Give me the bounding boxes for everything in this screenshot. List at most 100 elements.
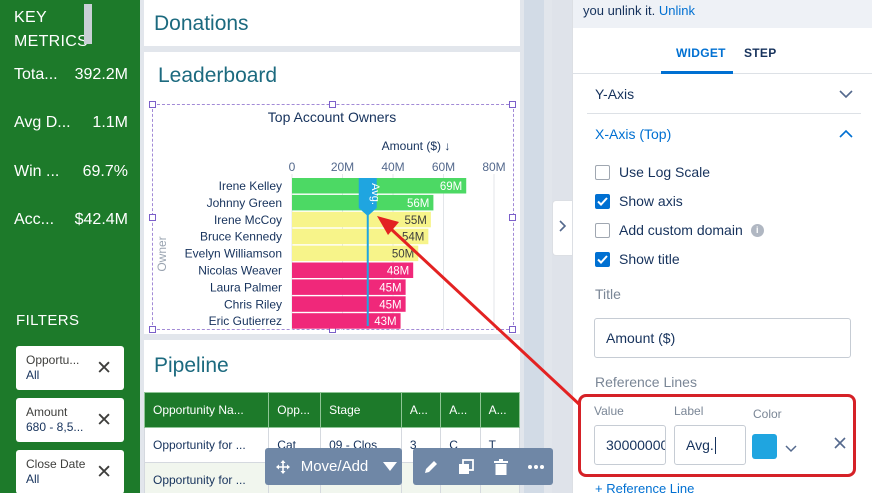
reference-lines-label: Reference Lines <box>595 374 697 390</box>
add-reference-line-link[interactable]: + Reference Line <box>595 481 694 493</box>
x-axis-section[interactable]: X-Axis (Top) <box>587 114 861 154</box>
category-label: Nicolas Weaver <box>198 264 282 278</box>
chevron-up-icon <box>839 126 853 144</box>
data-label: 45M <box>379 282 401 294</box>
check-icon <box>597 254 608 264</box>
chevron-down-icon <box>839 86 853 104</box>
filter-amount[interactable]: Amount 680 - 8,5... ✕ <box>16 398 124 442</box>
check-icon <box>597 196 608 206</box>
checkbox-label: Add custom domain <box>619 222 743 238</box>
metric-value: $42.4M <box>74 211 128 228</box>
metric-label: Win ... <box>14 163 60 180</box>
column-header[interactable]: Stage <box>320 392 402 428</box>
reference-lines-highlight <box>578 394 856 477</box>
data-label: 54M <box>402 232 424 244</box>
x-tick-label: 80M <box>482 160 505 174</box>
sidebar-scrollbar[interactable] <box>84 4 92 44</box>
reference-line-label: Avg. <box>369 183 381 205</box>
data-label: 50M <box>392 249 414 261</box>
move-add-button[interactable]: Move/Add <box>265 448 402 485</box>
filter-label: Close Date <box>26 457 86 471</box>
collapse-panel-button[interactable] <box>552 200 572 256</box>
info-icon[interactable]: i <box>750 223 764 237</box>
canvas-gutter <box>524 0 544 493</box>
category-label: Eric Gutierrez <box>209 314 282 328</box>
table-cell: Opportunity for ... <box>143 462 270 493</box>
checkbox[interactable] <box>595 193 610 209</box>
metric-avg-deal: Avg D... 1.1M <box>14 114 128 132</box>
y-axis-section[interactable]: Y-Axis <box>587 74 861 114</box>
caret-down-icon <box>378 455 402 479</box>
column-header[interactable]: A... <box>400 392 442 428</box>
metric-value: 392.2M <box>74 66 128 83</box>
filter-label: Opportu... <box>26 353 80 367</box>
x-tick-label: 60M <box>432 160 455 174</box>
filter-label: Amount <box>26 405 68 419</box>
category-label: Irene Kelley <box>219 179 282 193</box>
category-label: Irene McCoy <box>214 213 282 227</box>
category-label: Evelyn Williamson <box>185 247 282 261</box>
column-header[interactable]: A... <box>479 392 521 428</box>
unlink-link[interactable]: Unlink <box>659 3 695 18</box>
data-label: 56M <box>407 198 429 210</box>
checkbox[interactable] <box>595 164 610 180</box>
checkbox[interactable] <box>595 251 610 267</box>
use-log-scale-option[interactable]: Use Log Scale <box>595 161 710 183</box>
clone-icon[interactable] <box>454 455 478 479</box>
category-label: Laura Palmer <box>210 280 282 294</box>
metric-label: Avg D... <box>14 114 71 131</box>
unlink-message: you unlink it. Unlink <box>573 0 872 28</box>
column-header[interactable]: A... <box>440 392 481 428</box>
panel-tabs: WIDGET STEP <box>573 36 872 74</box>
donations-card[interactable]: Donations <box>144 0 520 46</box>
move-icon <box>271 455 295 479</box>
close-icon[interactable]: ✕ <box>96 357 112 380</box>
filter-value: All <box>26 472 40 486</box>
table-cell: Opportunity for ... <box>143 427 270 463</box>
metric-value: 1.1M <box>92 114 128 131</box>
filters-title: FILTERS <box>16 312 80 329</box>
close-icon[interactable]: ✕ <box>96 461 112 484</box>
pipeline-title: Pipeline <box>154 354 229 377</box>
column-header[interactable]: Opportunity Na... <box>143 392 270 428</box>
add-custom-domain-option[interactable]: Add custom domain i <box>595 219 764 241</box>
tab-step[interactable]: STEP <box>744 46 777 60</box>
title-input[interactable]: Amount ($) <box>594 318 851 358</box>
category-label: Chris Riley <box>224 297 282 311</box>
checkbox-label: Show axis <box>619 193 683 209</box>
leaderboard-title: Leaderboard <box>158 64 278 87</box>
metric-value: 69.7% <box>82 163 128 180</box>
donations-title: Donations <box>154 12 249 35</box>
metric-account: Acc... $42.4M <box>14 211 128 229</box>
delete-trash-icon[interactable] <box>489 455 513 479</box>
section-title: Y-Axis <box>595 86 635 102</box>
data-label: 48M <box>387 266 409 278</box>
checkbox-label: Use Log Scale <box>619 164 711 180</box>
close-icon[interactable]: ✕ <box>96 409 112 432</box>
x-axis-title: Amount ($) ↓ <box>382 139 451 153</box>
metric-win-rate: Win ... 69.7% <box>14 163 128 181</box>
show-axis-option[interactable]: Show axis <box>595 190 683 212</box>
key-metrics-sidebar: KEY METRICS Tota... 392.2M Avg D... 1.1M… <box>0 0 140 493</box>
tab-widget[interactable]: WIDGET <box>676 46 726 60</box>
metric-label: Acc... <box>14 211 55 228</box>
checkbox[interactable] <box>595 222 610 238</box>
edit-pencil-icon[interactable] <box>419 455 443 479</box>
leaderboard-chart: Top Account Owners Amount ($) ↓ Owner 0 2… <box>155 109 506 330</box>
metric-label: Tota... <box>14 66 58 83</box>
data-label: 43M <box>374 316 396 328</box>
filter-opportunity[interactable]: Opportu... All ✕ <box>16 346 124 390</box>
y-axis-title: Owner <box>155 236 169 271</box>
category-label: Johnny Green <box>207 196 282 210</box>
title-field-label: Title <box>595 286 621 302</box>
show-title-option[interactable]: Show title <box>595 248 680 270</box>
x-tick-label: 0 <box>289 160 296 174</box>
data-label: 45M <box>379 299 401 311</box>
more-options-icon[interactable] <box>524 455 548 479</box>
x-tick-label: 20M <box>331 160 354 174</box>
column-header[interactable]: Opp... <box>268 392 322 428</box>
filter-value: 680 - 8,5... <box>26 420 84 434</box>
move-add-label: Move/Add <box>300 458 369 475</box>
filter-close-date[interactable]: Close Date All ✕ <box>16 450 124 493</box>
category-label: Bruce Kennedy <box>200 230 282 244</box>
